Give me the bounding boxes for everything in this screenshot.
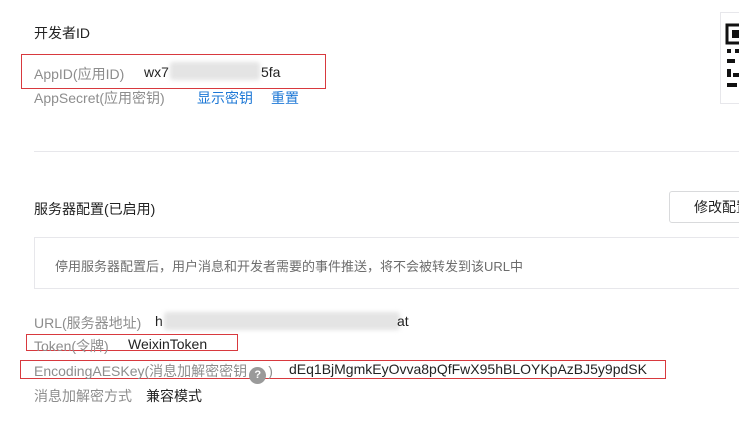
server-notice-box: 停用服务器配置后，用户消息和开发者需要的事件推送，将不会被转发到该URL中 (34, 237, 739, 289)
aeskey-value: dEq1BjMgmkEyOvva8pQfFwX95hBLOYKpAzBJ5y9p… (289, 361, 647, 377)
encrypt-mode-value: 兼容模式 (146, 388, 202, 404)
url-suffix: at (397, 313, 409, 329)
url-label: URL(服务器地址) (34, 315, 142, 331)
reset-secret-link[interactable]: 重置 (271, 88, 299, 108)
appid-suffix: 5fa (261, 64, 281, 80)
section-divider (34, 151, 739, 152)
server-notice-text: 停用服务器配置后，用户消息和开发者需要的事件推送，将不会被转发到该URL中 (55, 259, 524, 274)
token-label: Token(令牌) (34, 338, 109, 354)
aeskey-label-close: ) (268, 363, 273, 379)
show-secret-link[interactable]: 显示密钥 (197, 88, 253, 108)
appid-redacted (170, 62, 260, 80)
appid-label: AppID(应用ID) (34, 66, 125, 82)
aeskey-label-text: EncodingAESKey(消息加解密密钥 (34, 363, 248, 379)
modify-config-label: 修改配置 (694, 199, 739, 215)
url-redacted (164, 312, 400, 330)
appsecret-label: AppSecret(应用密钥) (34, 90, 165, 106)
developer-id-title: 开发者ID (34, 25, 90, 41)
modify-config-button[interactable]: 修改配置 (669, 191, 739, 223)
appid-prefix: wx7 (144, 64, 169, 80)
qr-code (720, 12, 739, 104)
token-value: WeixinToken (128, 336, 208, 352)
encrypt-mode-label: 消息加解密方式 (34, 388, 132, 404)
help-icon[interactable]: ? (249, 367, 267, 384)
url-prefix: h (155, 313, 163, 329)
aeskey-label: EncodingAESKey(消息加解密密钥?) (34, 361, 273, 384)
server-config-title: 服务器配置(已启用) (34, 201, 156, 217)
